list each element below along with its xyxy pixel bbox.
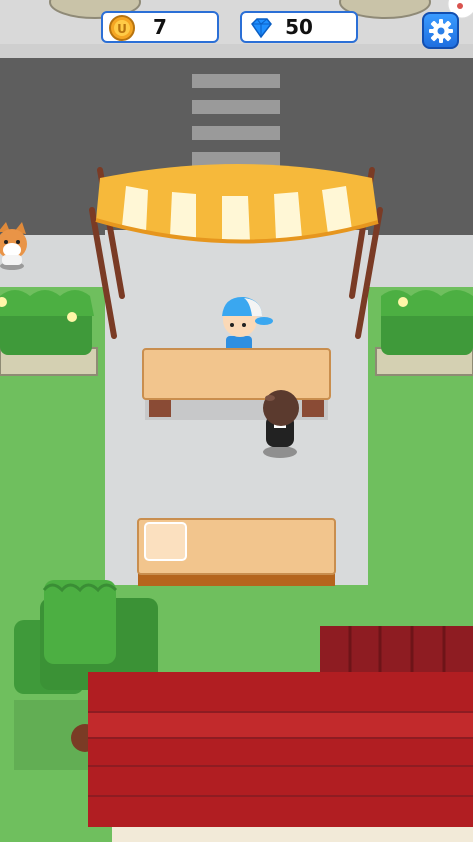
settings-button[interactable] (422, 12, 459, 49)
counter-slot[interactable] (144, 522, 187, 561)
gem-counter: 50 (240, 11, 358, 43)
striped-awning (95, 164, 379, 244)
game-scene (0, 0, 473, 842)
service-counter[interactable] (142, 348, 331, 420)
hedge-right (375, 290, 473, 376)
display-counter[interactable] (137, 518, 336, 586)
gear-icon (428, 18, 453, 43)
gem-count: 50 (285, 15, 313, 39)
coin-count: 7 (153, 15, 167, 39)
coin-counter: U 7 (101, 11, 219, 43)
hedge-left (0, 290, 98, 376)
